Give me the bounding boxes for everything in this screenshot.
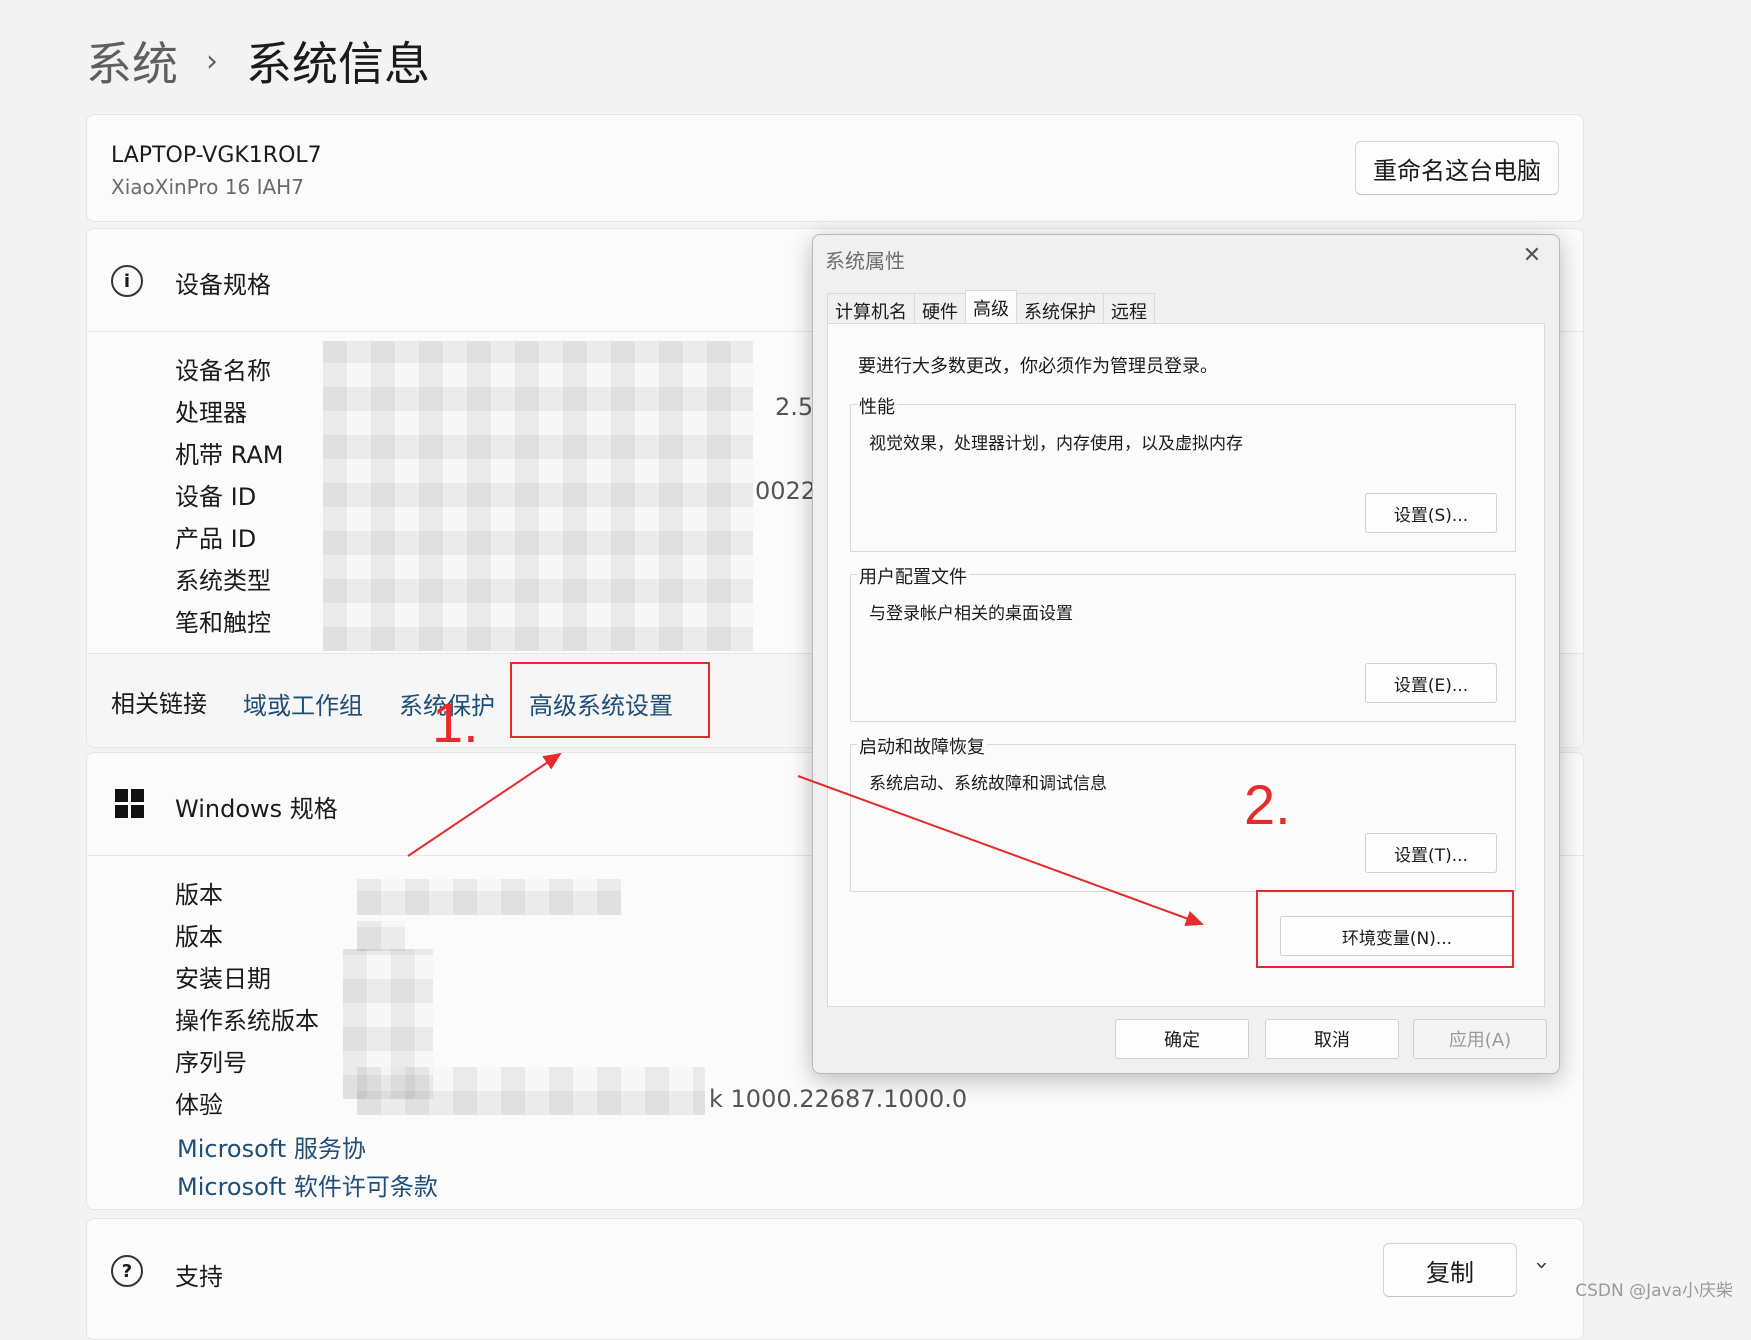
arrow-to-advanced-settings — [407, 752, 562, 857]
arrow-to-environment-variables — [797, 775, 1204, 927]
annotation-arrows — [407, 752, 1204, 927]
watermark: CSDN @Java小庆柴 — [1575, 1281, 1733, 1301]
